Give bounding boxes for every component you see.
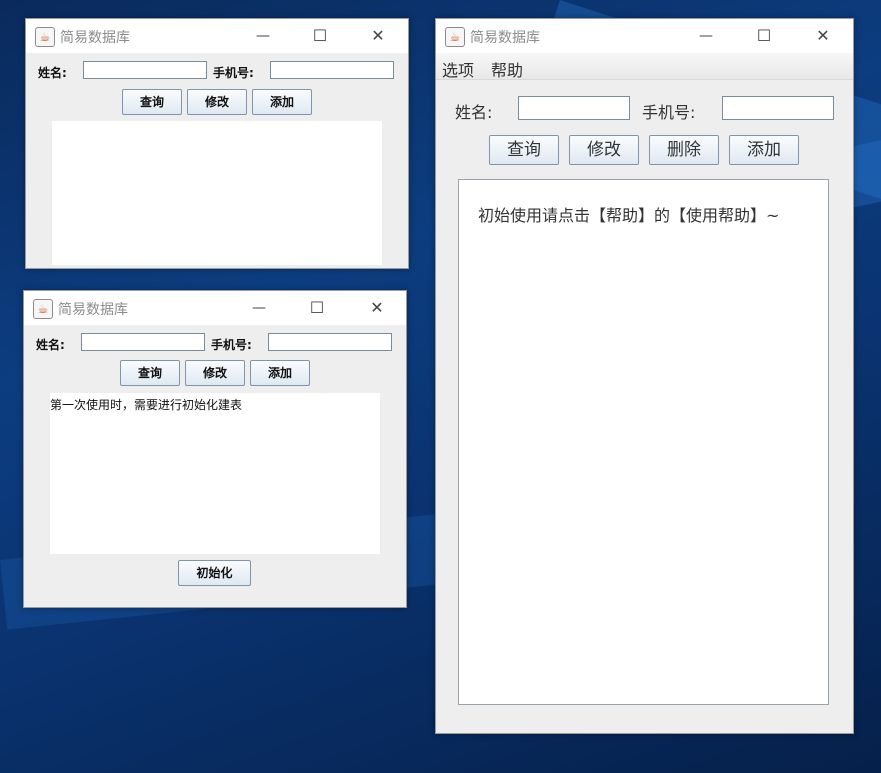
window-small-bottom: ☕ 简易数据库 — ☐ ✕ 姓名: 手机号: 查询 修改 添加 第一次使用时，需… <box>23 290 407 608</box>
maximize-icon[interactable]: ☐ <box>309 25 331 47</box>
close-icon[interactable]: ✕ <box>812 25 834 47</box>
name-input[interactable] <box>81 333 205 351</box>
modify-button[interactable]: 修改 <box>185 360 245 386</box>
name-label: 姓名: <box>38 66 67 80</box>
name-input[interactable] <box>518 96 630 120</box>
name-input[interactable] <box>83 61 207 79</box>
window-small-top: ☕ 简易数据库 — ☐ ✕ 姓名: 手机号: 查询 修改 添加 <box>25 18 409 269</box>
name-label: 姓名: <box>36 338 65 352</box>
add-button[interactable]: 添加 <box>250 360 310 386</box>
maximize-icon[interactable]: ☐ <box>306 297 328 319</box>
phone-input[interactable] <box>722 96 834 120</box>
phone-label: 手机号: <box>211 338 252 352</box>
java-cup-icon: ☕ <box>35 27 55 47</box>
menu-help[interactable]: 帮助 <box>491 57 523 81</box>
minimize-icon[interactable]: — <box>248 297 270 319</box>
phone-input[interactable] <box>270 61 394 79</box>
java-cup-icon: ☕ <box>445 27 465 47</box>
add-button[interactable]: 添加 <box>729 135 799 165</box>
maximize-icon[interactable]: ☐ <box>753 25 775 47</box>
modify-button[interactable]: 修改 <box>187 89 247 115</box>
delete-button[interactable]: 删除 <box>649 135 719 165</box>
minimize-icon[interactable]: — <box>252 25 274 47</box>
menu-options[interactable]: 选项 <box>442 57 474 81</box>
close-icon[interactable]: ✕ <box>366 297 388 319</box>
output-text: 第一次使用时，需要进行初始化建表 <box>50 398 243 412</box>
title-bar[interactable]: ☕ 简易数据库 — ☐ ✕ <box>436 19 853 53</box>
window-large: ☕ 简易数据库 — ☐ ✕ 选项 帮助 姓名: 手机号: 查询 修改 删除 添加… <box>435 18 854 734</box>
title-bar[interactable]: ☕ 简易数据库 — ☐ ✕ <box>26 19 408 53</box>
title-bar[interactable]: ☕ 简易数据库 — ☐ ✕ <box>24 291 406 325</box>
output-area[interactable]: 初始使用请点击【帮助】的【使用帮助】~ <box>458 179 829 705</box>
menu-bar: 选项 帮助 <box>436 53 853 80</box>
java-cup-icon: ☕ <box>33 299 53 319</box>
output-area[interactable]: 第一次使用时，需要进行初始化建表 <box>50 393 380 554</box>
phone-label: 手机号: <box>642 103 696 122</box>
close-icon[interactable]: ✕ <box>367 25 389 47</box>
minimize-icon[interactable]: — <box>695 25 717 47</box>
init-button[interactable]: 初始化 <box>178 560 251 586</box>
window-title: 简易数据库 <box>58 302 128 318</box>
phone-input[interactable] <box>268 333 392 351</box>
window-title: 简易数据库 <box>60 30 130 46</box>
name-label: 姓名: <box>455 103 493 122</box>
phone-label: 手机号: <box>213 66 254 80</box>
output-area[interactable] <box>52 121 382 265</box>
window-title: 简易数据库 <box>470 30 540 46</box>
query-button[interactable]: 查询 <box>122 89 182 115</box>
query-button[interactable]: 查询 <box>120 360 180 386</box>
output-text: 初始使用请点击【帮助】的【使用帮助】~ <box>478 206 780 225</box>
modify-button[interactable]: 修改 <box>569 135 639 165</box>
query-button[interactable]: 查询 <box>489 135 559 165</box>
add-button[interactable]: 添加 <box>252 89 312 115</box>
